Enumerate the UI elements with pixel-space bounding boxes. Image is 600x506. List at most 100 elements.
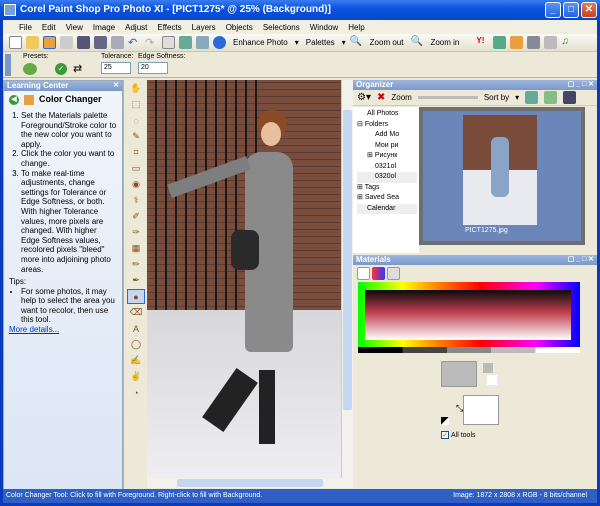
horizontal-scrollbar[interactable] — [147, 478, 353, 488]
menu-objects[interactable]: Objects — [226, 23, 253, 32]
camera-icon[interactable] — [527, 36, 541, 49]
smudge-tool-icon[interactable]: ✌ — [127, 369, 145, 384]
print-icon[interactable] — [111, 36, 124, 49]
selection-tool-icon[interactable]: ⬚ — [127, 97, 145, 112]
swap-colors-icon[interactable]: ⤡ — [456, 403, 463, 414]
foreground-swatch[interactable] — [441, 361, 477, 387]
frame-tab[interactable] — [357, 267, 370, 280]
back-icon[interactable]: ◀ — [9, 95, 19, 105]
sort-by-button[interactable]: Sort by — [484, 93, 509, 102]
photo[interactable] — [147, 80, 341, 478]
zoom-slider[interactable] — [417, 96, 478, 99]
palettes-button[interactable]: Palettes — [303, 38, 338, 47]
all-tools-checkbox[interactable]: ✓ All tools — [441, 431, 476, 439]
color-changer-tool-icon[interactable]: ● — [127, 289, 145, 304]
folder-icon[interactable] — [510, 36, 524, 49]
color-picker[interactable] — [358, 282, 580, 347]
panel-close-icon[interactable]: ✕ — [113, 81, 119, 91]
tree-item[interactable]: 0320ol — [357, 172, 417, 183]
air-brush-icon[interactable]: ✒ — [127, 273, 145, 288]
save-icon[interactable] — [77, 36, 90, 49]
background-swatch[interactable] — [463, 395, 499, 425]
reset-icon[interactable]: ⇄ — [73, 62, 82, 75]
flip-icon[interactable] — [196, 36, 209, 49]
new-icon[interactable] — [9, 36, 22, 49]
menu-layers[interactable]: Layers — [192, 23, 216, 32]
tree-item[interactable]: All Photos — [357, 109, 417, 120]
tree-item[interactable]: ⊞ Tags — [357, 183, 417, 194]
open-icon[interactable] — [26, 36, 39, 49]
yahoo-icon[interactable]: Y! — [476, 36, 489, 49]
menu-edit[interactable]: Edit — [42, 23, 56, 32]
dodge-tool-icon[interactable]: ◔ — [127, 385, 145, 400]
photo-thumbnail[interactable] — [463, 115, 537, 225]
freehand-selection-icon[interactable]: ◌ — [127, 113, 145, 128]
thumbnail-icon[interactable] — [544, 91, 558, 104]
default-colors-icon[interactable] — [441, 417, 449, 425]
rotate-icon[interactable] — [179, 36, 192, 49]
tree-item[interactable]: ⊟ Folders — [357, 120, 417, 131]
background-small-swatch[interactable] — [487, 375, 497, 385]
straighten-tool-icon[interactable]: ▭ — [127, 161, 145, 176]
menu-adjust[interactable]: Adjust — [125, 23, 147, 32]
grayscale-bar[interactable] — [358, 347, 580, 353]
zoom-out-button[interactable]: Zoom out — [367, 38, 407, 47]
organizer-menu-icon[interactable]: ⚙▾ — [357, 92, 371, 103]
refresh-icon[interactable] — [525, 91, 539, 104]
scratch-remover-icon[interactable]: ✑ — [127, 225, 145, 240]
organizer-controls[interactable]: ▢ _ □ ✕ — [568, 80, 594, 90]
more-details-link[interactable]: More details... — [9, 325, 59, 334]
close-button[interactable]: ✕ — [581, 2, 597, 18]
makeover-tool-icon[interactable]: ⚕ — [127, 193, 145, 208]
enhance-photo-button[interactable]: Enhance Photo — [230, 38, 291, 47]
edge-softness-input[interactable]: 20 — [138, 62, 168, 74]
menu-help[interactable]: Help — [348, 23, 364, 32]
dropper-tool-icon[interactable]: ✎ — [127, 129, 145, 144]
tolerance-input[interactable]: 25 — [101, 62, 131, 74]
swatches-tab[interactable] — [387, 267, 400, 280]
tree-item[interactable]: ⊞ Рисунк — [357, 151, 417, 162]
remove-icon[interactable]: ✖ — [377, 92, 385, 103]
menu-window[interactable]: Window — [310, 23, 338, 32]
info-icon[interactable] — [213, 36, 226, 49]
share-icon[interactable] — [493, 36, 507, 49]
paint-brush-icon[interactable]: ✏ — [127, 257, 145, 272]
undo-icon[interactable]: ↶ — [128, 36, 141, 49]
menu-image[interactable]: Image — [93, 23, 115, 32]
maximize-button[interactable]: □ — [563, 2, 579, 18]
red-eye-tool-icon[interactable]: ◉ — [127, 177, 145, 192]
text-tool-icon[interactable]: A — [127, 321, 145, 336]
redo-icon[interactable]: ↷ — [145, 36, 158, 49]
materials-controls[interactable]: ▢ _ □ ✕ — [568, 255, 594, 265]
vertical-scrollbar[interactable] — [341, 80, 353, 478]
menu-view[interactable]: View — [66, 23, 83, 32]
pen-tool-icon[interactable]: ✍ — [127, 353, 145, 368]
menu-selections[interactable]: Selections — [263, 23, 300, 32]
tree-item[interactable]: ⊞ Saved Sea — [357, 193, 417, 204]
tree-item[interactable]: Add Mo — [357, 130, 417, 141]
apply-icon[interactable]: ✓ — [55, 63, 67, 75]
image-canvas[interactable] — [147, 80, 353, 488]
eraser-tool-icon[interactable]: ⌫ — [127, 305, 145, 320]
tree-item[interactable]: Calendar — [357, 203, 417, 214]
crop-tool-icon[interactable]: ⌗ — [127, 145, 145, 160]
presets-dropdown[interactable] — [23, 63, 37, 75]
preset-shape-icon[interactable]: ◯ — [127, 337, 145, 352]
tree-item[interactable]: 0321ol — [357, 162, 417, 173]
tree-item[interactable]: Мои ри — [357, 141, 417, 152]
checkbox-check-icon[interactable]: ✓ — [441, 431, 449, 439]
resize-icon[interactable] — [162, 36, 175, 49]
rainbow-tab[interactable] — [372, 267, 385, 280]
minimize-button[interactable]: _ — [545, 2, 561, 18]
browse-icon[interactable] — [43, 36, 56, 49]
options-grip[interactable] — [5, 54, 11, 76]
clone-brush-icon[interactable]: ✐ — [127, 209, 145, 224]
zoom-in-button[interactable]: Zoom in — [427, 38, 462, 47]
menu-effects[interactable]: Effects — [157, 23, 181, 32]
pan-tool-icon[interactable]: ✋ — [127, 81, 145, 96]
slideshow-icon[interactable] — [563, 91, 577, 104]
foreground-small-swatch[interactable] — [483, 363, 493, 373]
attach-icon[interactable] — [544, 36, 558, 49]
scan-icon[interactable] — [60, 36, 73, 49]
music-icon[interactable]: ♫ — [561, 36, 574, 49]
